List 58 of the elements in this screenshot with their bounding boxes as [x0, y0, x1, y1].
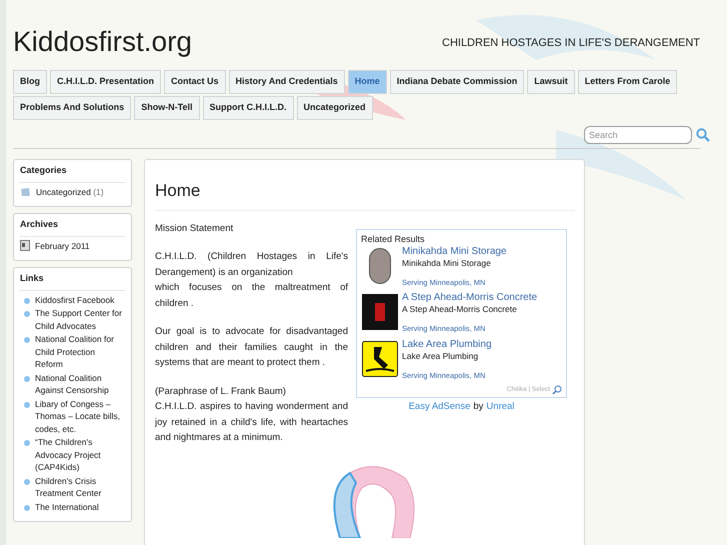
bullet-icon — [24, 337, 30, 343]
nav-tab[interactable]: Home — [348, 70, 387, 94]
nav-tab[interactable]: Lawsuit — [527, 70, 575, 94]
calendar-icon — [20, 240, 30, 252]
nav-tab[interactable]: Uncategorized — [296, 96, 373, 120]
search-field[interactable]: Search — [584, 126, 692, 144]
widget-title: Links — [20, 268, 125, 290]
sidebar-link[interactable]: Kiddosfirst Facebook — [35, 294, 114, 306]
site-tagline: CHILDREN HOSTAGES IN LIFE'S DERANGEMENT — [442, 36, 700, 50]
ad-heading: Related Results — [361, 232, 426, 246]
nav-tab[interactable]: History And Credentials — [228, 70, 345, 94]
ad-link[interactable]: Lake Area Plumbing — [402, 338, 492, 350]
author-link[interactable]: Unreal — [486, 400, 514, 414]
search-icon[interactable] — [696, 128, 710, 142]
nav-tab[interactable]: Indiana Debate Commission — [390, 70, 524, 94]
sidebar-link[interactable]: Children's Crisis Treatment Center — [35, 474, 125, 500]
post-paragraph: Mission Statement — [155, 222, 234, 236]
ad-description: Lake Area Plumbing — [402, 350, 480, 360]
sidebar-link[interactable]: The International — [35, 500, 99, 513]
sidebar-link[interactable]: National Coalition for Child Protection Reform — [35, 333, 125, 370]
nav-tab[interactable]: Show-N-Tell — [134, 96, 200, 120]
sidebar-link[interactable]: Libary of Congess – Thomas – Locate bills, codes, etc. — [35, 398, 125, 435]
logo-photo-placeholder — [362, 294, 398, 330]
folder-icon — [20, 186, 31, 197]
bullet-icon — [24, 478, 30, 484]
nav-tab[interactable]: Contact Us — [164, 70, 226, 94]
bullet-icon — [24, 402, 30, 408]
sidebar-link[interactable]: February 2011 — [35, 240, 90, 252]
sidebar-link[interactable]: Uncategorized (1) — [36, 186, 104, 198]
bullet-icon — [24, 298, 30, 304]
ad-description: Minikahda Mini Storage — [402, 258, 492, 268]
sidebar-link[interactable]: The Support Center for Child Advocates — [35, 307, 125, 332]
nav-tab[interactable]: Support C.H.I.L.D. — [202, 96, 294, 120]
plugin-link[interactable]: Easy AdSense — [408, 400, 470, 414]
ad-link[interactable]: A Step Ahead-Morris Concrete — [402, 292, 538, 304]
widget-title: Archives — [20, 214, 125, 236]
nav-tab[interactable]: Letters From Carole — [578, 70, 678, 94]
nav-tab[interactable]: Problems And Solutions — [13, 96, 132, 120]
bullet-icon — [24, 376, 30, 382]
ad-description: A Step Ahead-Morris Concrete — [402, 304, 518, 314]
sidebar-link[interactable]: National Coalition Against Censorship — [35, 372, 125, 396]
bullet-icon — [24, 440, 30, 446]
post-paragraph: C.H.I.L.D. (Children Hostages in Life's Derangement) is an organization which focuses on the maltreatment of children . — [155, 250, 348, 310]
post-title: Home — [155, 178, 574, 210]
nav-tab[interactable]: C.H.I.L.D. Presentation — [50, 70, 162, 94]
finger-logo-icon — [362, 340, 398, 376]
bullet-icon — [24, 311, 30, 317]
search-icon[interactable] — [552, 384, 562, 395]
post-paragraph: (Paraphrase of L. Frank Baum) C.H.I.L.D. aspires to having wonderment and joy retained in a child's life, with heartaches and nightmares at a minimum. — [155, 384, 348, 445]
nav-tab[interactable]: Blog — [13, 70, 47, 94]
sidebar-link[interactable]: “The Children's Advocacy Project (CAP4Kids) — [35, 436, 125, 474]
bullet-icon — [24, 504, 30, 510]
ad-link[interactable]: Minikahda Mini Storage — [402, 246, 506, 258]
widget-title: Categories — [20, 160, 125, 182]
credit-text: by — [473, 400, 484, 414]
storage-photo-placeholder — [369, 248, 391, 284]
post-paragraph: Our goal is to advocate for disadvantaged children and their families caught in the systems that are meant to protect them . — [155, 325, 348, 370]
site-title[interactable]: Kiddosfirst.org — [13, 28, 192, 56]
